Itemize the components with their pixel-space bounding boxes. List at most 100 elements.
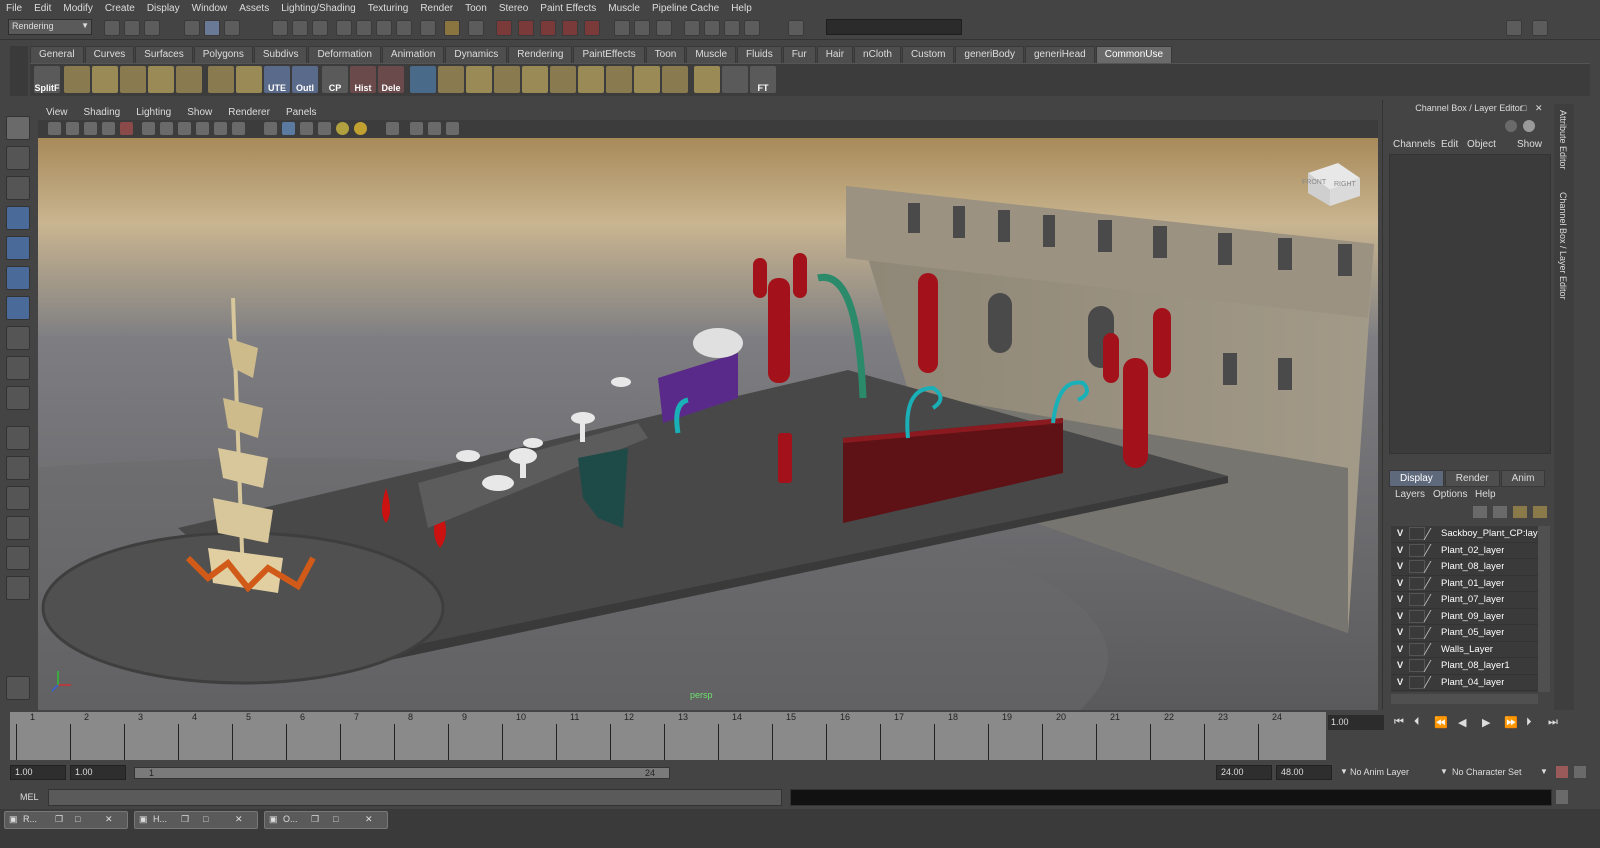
playback-end-field[interactable]: 24.00 — [1216, 765, 1272, 780]
anim-layer-dropdown[interactable]: No Anim Layer — [1350, 767, 1409, 777]
snap-grid-icon[interactable] — [272, 20, 288, 36]
menu-help[interactable]: Help — [725, 3, 758, 14]
four-view-layout-icon[interactable] — [6, 456, 30, 480]
shelf-lattice-icon[interactable] — [410, 66, 436, 93]
input-field-mode-icon[interactable] — [614, 20, 630, 36]
more-layouts-icon[interactable] — [6, 608, 30, 624]
brush-icon[interactable] — [744, 20, 760, 36]
shelf-mesh-icon[interactable] — [522, 66, 548, 93]
shelf-mesh-icon[interactable] — [120, 66, 146, 93]
animation-end-field[interactable]: 48.00 — [1276, 765, 1332, 780]
shelf-tab-curves[interactable]: Curves — [84, 46, 135, 63]
menu-modify[interactable]: Modify — [57, 3, 98, 14]
shelf-menu-handle[interactable] — [10, 46, 28, 96]
script-editor-icon[interactable] — [1556, 790, 1568, 804]
command-language-label[interactable]: MEL — [20, 792, 39, 802]
minimized-window[interactable]: ▣ H... ❐ □ ✕ — [134, 811, 258, 829]
menu-texturing[interactable]: Texturing — [362, 3, 415, 14]
shelf-mesh-icon[interactable] — [438, 66, 464, 93]
open-scene-icon[interactable] — [124, 20, 140, 36]
shelf-button-ft[interactable]: FT — [750, 66, 776, 93]
playback-toggle[interactable] — [1409, 560, 1425, 574]
layer-row[interactable]: V Plant_02_layer — [1391, 543, 1538, 559]
shelf-mesh-icon[interactable] — [578, 66, 604, 93]
render-current-frame-icon[interactable] — [518, 20, 534, 36]
image-plane-icon[interactable] — [102, 122, 115, 135]
shelf-mesh-icon[interactable] — [236, 66, 262, 93]
viewport-menu-shading[interactable]: Shading — [76, 107, 129, 118]
input-ops-icon[interactable] — [396, 20, 412, 36]
restore-icon[interactable]: ❐ — [311, 814, 319, 825]
layers-menu[interactable]: Layers — [1395, 489, 1425, 500]
preferences-icon[interactable] — [1574, 766, 1586, 778]
playback-toggle[interactable] — [1409, 659, 1425, 673]
menu-window[interactable]: Window — [186, 3, 234, 14]
shelf-mesh-icon[interactable] — [662, 66, 688, 93]
layer-row[interactable]: V Plant_09_layer — [1391, 609, 1538, 625]
step-forward-frame-icon[interactable]: ⏵ — [1526, 716, 1532, 729]
layer-row[interactable]: V Plant_08_layer — [1391, 559, 1538, 576]
help-menu[interactable]: Help — [1475, 489, 1496, 500]
channel-box-area[interactable] — [1389, 154, 1551, 454]
show-menu[interactable]: Show — [1517, 139, 1542, 150]
restore-icon[interactable]: ❐ — [181, 814, 189, 825]
command-input[interactable] — [48, 789, 782, 806]
isolate-select-icon[interactable] — [386, 122, 399, 135]
smooth-shade-icon[interactable] — [282, 122, 295, 135]
tab-channel-box[interactable]: Channel Box / Layer Editor — [1558, 192, 1568, 300]
shelf-tab-animation[interactable]: Animation — [381, 46, 445, 63]
shadows-icon[interactable] — [354, 122, 367, 135]
step-forward-key-icon[interactable]: ⏩ — [1504, 716, 1518, 729]
shelf-button-splitf[interactable]: SplitF — [34, 66, 60, 93]
shelf-button-ute[interactable]: UTE — [264, 66, 290, 93]
graph-layout-icon[interactable] — [6, 576, 30, 600]
field-chart-icon[interactable] — [214, 122, 227, 135]
shelf-tab-custom[interactable]: Custom — [901, 46, 955, 63]
chevron-down-icon[interactable]: ▼ — [1540, 767, 1548, 776]
viewport-menu-lighting[interactable]: Lighting — [128, 107, 179, 118]
paint-select-tool-icon[interactable] — [6, 176, 30, 200]
shelf-tab-subdivs[interactable]: Subdivs — [253, 46, 308, 63]
shelf-mesh-icon[interactable] — [176, 66, 202, 93]
layer-row[interactable]: V Plant_08_layer1 — [1391, 658, 1538, 675]
step-back-frame-icon[interactable]: ⏴ — [1414, 716, 1420, 729]
gear-icon[interactable] — [724, 20, 740, 36]
select-object-icon[interactable] — [204, 20, 220, 36]
playback-toggle[interactable] — [1409, 609, 1425, 623]
layer-row[interactable]: V Plant_05_layer — [1391, 625, 1538, 642]
hypershade-icon[interactable] — [584, 20, 600, 36]
shelf-tab-commonuse[interactable]: CommonUse — [1095, 46, 1173, 63]
snap-curve-icon[interactable] — [292, 20, 308, 36]
help-line-icon[interactable] — [420, 20, 436, 36]
quick-select-field[interactable] — [826, 19, 962, 35]
scale-tool-icon[interactable] — [6, 266, 30, 290]
restore-icon[interactable]: ❐ — [55, 814, 63, 825]
anim-layer-icon[interactable] — [1533, 506, 1547, 518]
shelf-mesh-icon[interactable] — [606, 66, 632, 93]
shelf-mesh-icon[interactable] — [494, 66, 520, 93]
menu-file[interactable]: File — [0, 3, 28, 14]
persp-outliner-layout-icon[interactable] — [6, 486, 30, 510]
layer-row[interactable]: V Sackboy_Plant_CP:lay — [1391, 526, 1538, 543]
play-backwards-icon[interactable]: ◀ — [1458, 716, 1466, 729]
menu-pipeline-cache[interactable]: Pipeline Cache — [646, 3, 725, 14]
soft-mod-icon[interactable] — [6, 326, 30, 350]
float-icon[interactable]: □ — [1521, 103, 1526, 113]
shelf-tab-generihead[interactable]: generiHead — [1025, 46, 1095, 63]
make-live-icon[interactable] — [356, 20, 372, 36]
render-view-icon[interactable] — [656, 20, 672, 36]
layer-row[interactable]: V Plant_04_layer — [1391, 675, 1538, 691]
menu-lighting-shading[interactable]: Lighting/Shading — [275, 3, 362, 14]
shelf-tab-ncloth[interactable]: nCloth — [854, 46, 901, 63]
layer-row[interactable]: V Plant_01_layer — [1391, 576, 1538, 592]
viewport-menu-renderer[interactable]: Renderer — [220, 107, 278, 118]
shelf-mesh-icon[interactable] — [634, 66, 660, 93]
menu-muscle[interactable]: Muscle — [602, 3, 646, 14]
menu-edit[interactable]: Edit — [28, 3, 57, 14]
menu-toon[interactable]: Toon — [459, 3, 493, 14]
last-tool-icon[interactable] — [6, 386, 30, 410]
channels-menu[interactable]: Channels — [1393, 139, 1435, 150]
snap-point-icon[interactable] — [312, 20, 328, 36]
tab-attribute-editor[interactable]: Attribute Editor — [1558, 110, 1568, 170]
shelf-tab-surfaces[interactable]: Surfaces — [135, 46, 193, 63]
